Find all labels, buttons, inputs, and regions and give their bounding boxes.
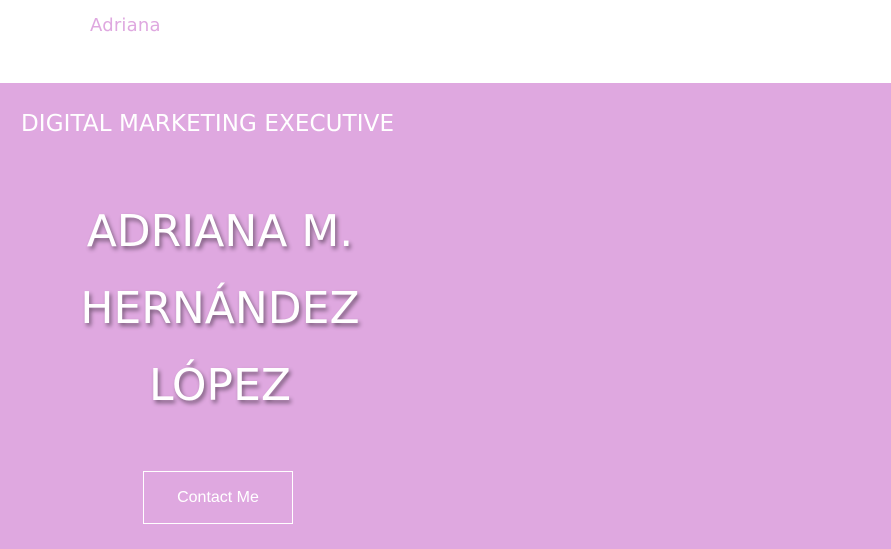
name-line-3: LÓPEZ xyxy=(148,360,292,411)
name-line-1: ADRIANA M. xyxy=(86,206,354,257)
person-name: ADRIANA M. HERNÁNDEZ LÓPEZ xyxy=(20,193,420,424)
hero-section: DIGITAL MARKETING EXECUTIVE ADRIANA M. H… xyxy=(0,83,891,549)
contact-me-button[interactable]: Contact Me xyxy=(143,471,293,524)
brand-link[interactable]: Adriana xyxy=(90,15,161,36)
job-title: DIGITAL MARKETING EXECUTIVE xyxy=(21,111,395,137)
top-bar: Adriana xyxy=(0,0,891,83)
name-line-2: HERNÁNDEZ xyxy=(80,283,360,334)
